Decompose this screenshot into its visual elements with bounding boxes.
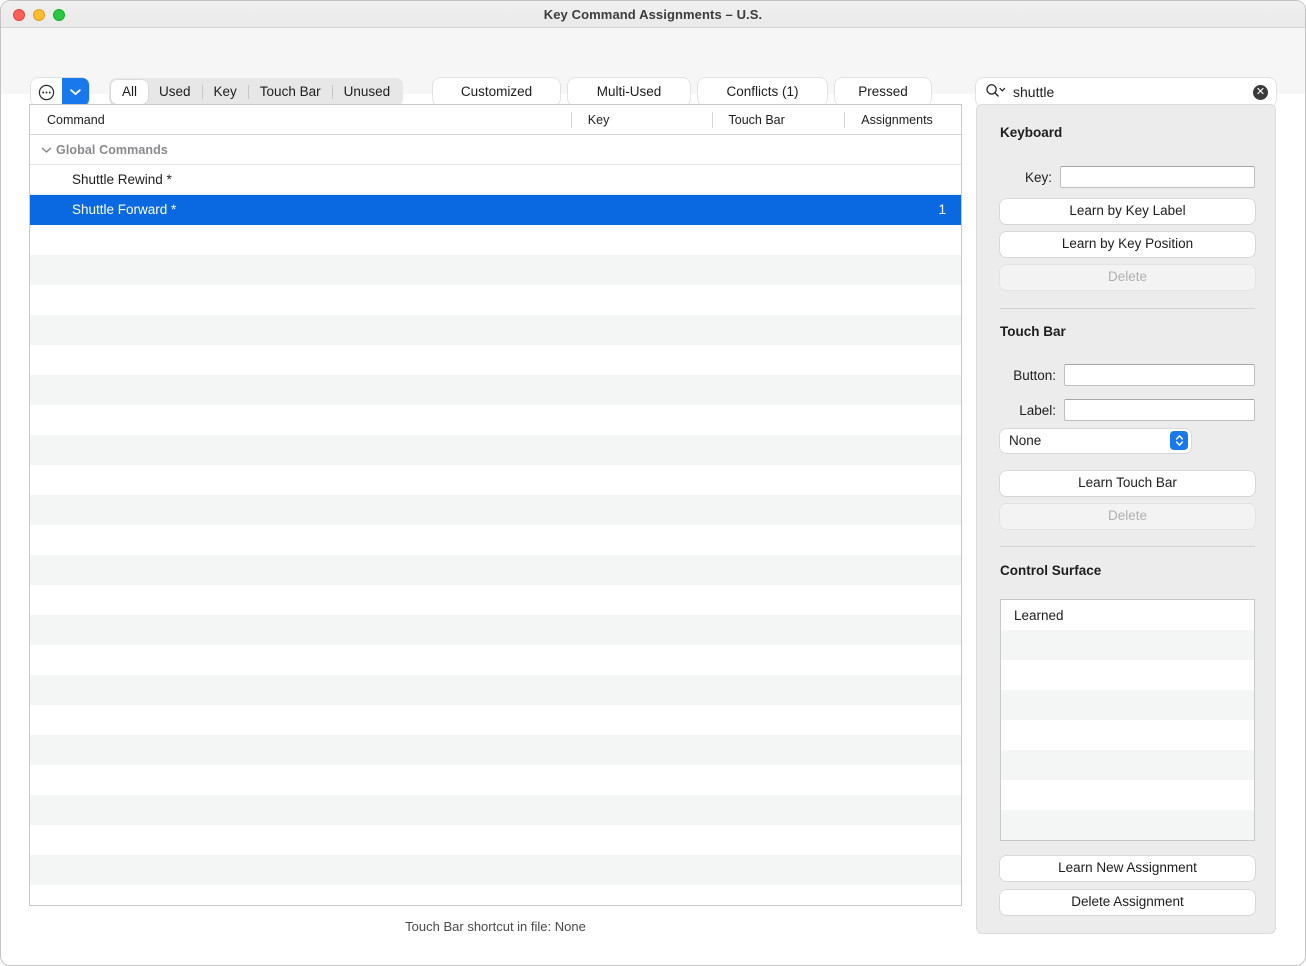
filter-segmented-control[interactable]: All Used Key Touch Bar Unused (109, 78, 404, 106)
table-body: Global Commands Shuttle Rewind * Shuttle… (30, 135, 961, 905)
color-select-value: None (1009, 433, 1042, 448)
table-row-empty[interactable] (30, 705, 961, 735)
key-input[interactable] (1060, 166, 1255, 188)
table-row-empty[interactable] (30, 885, 961, 905)
table-row-empty[interactable] (30, 375, 961, 405)
table-row-empty[interactable] (30, 495, 961, 525)
column-header-assignments[interactable]: Assignments (844, 105, 961, 135)
segment-unused[interactable]: Unused (333, 80, 402, 104)
list-item-empty[interactable] (1001, 690, 1254, 720)
table-row-empty[interactable] (30, 645, 961, 675)
table-row-empty[interactable] (30, 855, 961, 885)
list-item-header: Learned (1001, 600, 1254, 630)
section-divider (1000, 308, 1255, 309)
table-header-row: Command Key Touch Bar Assignments (30, 105, 961, 135)
list-item-empty[interactable] (1001, 630, 1254, 660)
button-input[interactable] (1064, 364, 1255, 386)
status-text: Touch Bar shortcut in file: None (405, 919, 586, 934)
label-input[interactable] (1064, 399, 1255, 421)
conflicts-button[interactable]: Conflicts (1) (698, 78, 827, 106)
column-header-key[interactable]: Key (570, 105, 712, 135)
control-surface-section-title: Control Surface (1000, 563, 1102, 578)
table-row-empty[interactable] (30, 795, 961, 825)
title-bar: Key Command Assignments – U.S. (1, 1, 1305, 28)
inspector-panel: Keyboard Key: Learn by Key Label Learn b… (976, 104, 1276, 934)
group-header-label: Global Commands (56, 142, 168, 157)
key-field-label: Key: (1024, 169, 1052, 185)
window-title: Key Command Assignments – U.S. (543, 7, 763, 22)
section-divider (1000, 546, 1255, 547)
color-field-row: Color: None (1000, 428, 1255, 453)
clear-search-icon[interactable]: ✕ (1253, 85, 1268, 100)
table-row-empty[interactable] (30, 585, 961, 615)
table-row-empty[interactable] (30, 465, 961, 495)
customized-button[interactable]: Customized (433, 78, 560, 106)
table-row-selected[interactable]: Shuttle Forward * 1 (30, 195, 961, 225)
group-header-row[interactable]: Global Commands (30, 135, 961, 165)
learn-by-key-position-button[interactable]: Learn by Key Position (1000, 232, 1255, 257)
chevron-down-icon[interactable] (38, 142, 54, 158)
list-item-empty[interactable] (1001, 720, 1254, 750)
chevron-up-down-icon[interactable] (1170, 431, 1188, 450)
label-field-label: Label: (1019, 402, 1056, 418)
toolbar: All Used Key Touch Bar Unused Customized… (1, 28, 1305, 107)
segment-key[interactable]: Key (203, 80, 248, 104)
table-row-empty[interactable] (30, 735, 961, 765)
label-field-row: Label: (1000, 399, 1255, 421)
commands-table[interactable]: Command Key Touch Bar Assignments Global… (29, 104, 962, 906)
learn-new-assignment-button[interactable]: Learn New Assignment (1000, 856, 1255, 881)
table-row-empty[interactable] (30, 825, 961, 855)
button-field-label: Button: (1013, 367, 1056, 383)
pressed-button[interactable]: Pressed (835, 78, 931, 106)
list-item-empty[interactable] (1001, 660, 1254, 690)
touchbar-section-title: Touch Bar (1000, 324, 1066, 339)
table-row-empty[interactable] (30, 315, 961, 345)
list-empty-rows (1001, 630, 1254, 840)
segment-touch-bar[interactable]: Touch Bar (249, 80, 332, 104)
color-select[interactable]: None (1000, 428, 1191, 453)
segment-all[interactable]: All (111, 80, 149, 104)
key-field-row: Key: (1000, 166, 1255, 188)
table-row-empty[interactable] (30, 615, 961, 645)
table-row-empty[interactable] (30, 765, 961, 795)
app-window: Key Command Assignments – U.S. All Used (0, 0, 1306, 966)
button-field-row: Button: (1000, 364, 1255, 386)
list-item-empty[interactable] (1001, 810, 1254, 840)
empty-rows-container (30, 225, 961, 905)
search-input[interactable]: shuttle (1013, 78, 1253, 107)
column-header-command[interactable]: Command (30, 105, 571, 135)
table-row-empty[interactable] (30, 345, 961, 375)
table-row-empty[interactable] (30, 225, 961, 255)
cell-command: Shuttle Rewind * (72, 172, 172, 187)
search-field[interactable]: shuttle ✕ (976, 78, 1276, 107)
column-header-touch-bar[interactable]: Touch Bar (711, 105, 845, 135)
ellipsis-circle-icon[interactable] (31, 78, 62, 106)
table-row-empty[interactable] (30, 555, 961, 585)
table-row-empty[interactable] (30, 405, 961, 435)
multi-used-button[interactable]: Multi-Used (568, 78, 690, 106)
learn-by-key-label-button[interactable]: Learn by Key Label (1000, 199, 1255, 224)
search-icon[interactable] (985, 83, 1007, 103)
keyboard-section-title: Keyboard (1000, 125, 1063, 140)
list-item-empty[interactable] (1001, 750, 1254, 780)
table-row-empty[interactable] (30, 675, 961, 705)
table-row-empty[interactable] (30, 285, 961, 315)
touchbar-delete-button[interactable]: Delete (1000, 504, 1255, 529)
learn-touch-bar-button[interactable]: Learn Touch Bar (1000, 471, 1255, 496)
table-row-empty[interactable] (30, 525, 961, 555)
cell-command: Shuttle Forward * (72, 202, 177, 217)
control-surface-list[interactable]: Learned (1000, 599, 1255, 841)
table-row[interactable]: Shuttle Rewind * (30, 165, 961, 195)
segment-used[interactable]: Used (148, 80, 202, 104)
keyboard-delete-button[interactable]: Delete (1000, 265, 1255, 290)
options-split-button[interactable] (31, 78, 89, 106)
chevron-down-icon[interactable] (62, 78, 89, 106)
table-row-empty[interactable] (30, 255, 961, 285)
table-row-empty[interactable] (30, 435, 961, 465)
list-item-empty[interactable] (1001, 780, 1254, 810)
cell-assignments: 1 (938, 202, 946, 217)
delete-assignment-button[interactable]: Delete Assignment (1000, 890, 1255, 915)
